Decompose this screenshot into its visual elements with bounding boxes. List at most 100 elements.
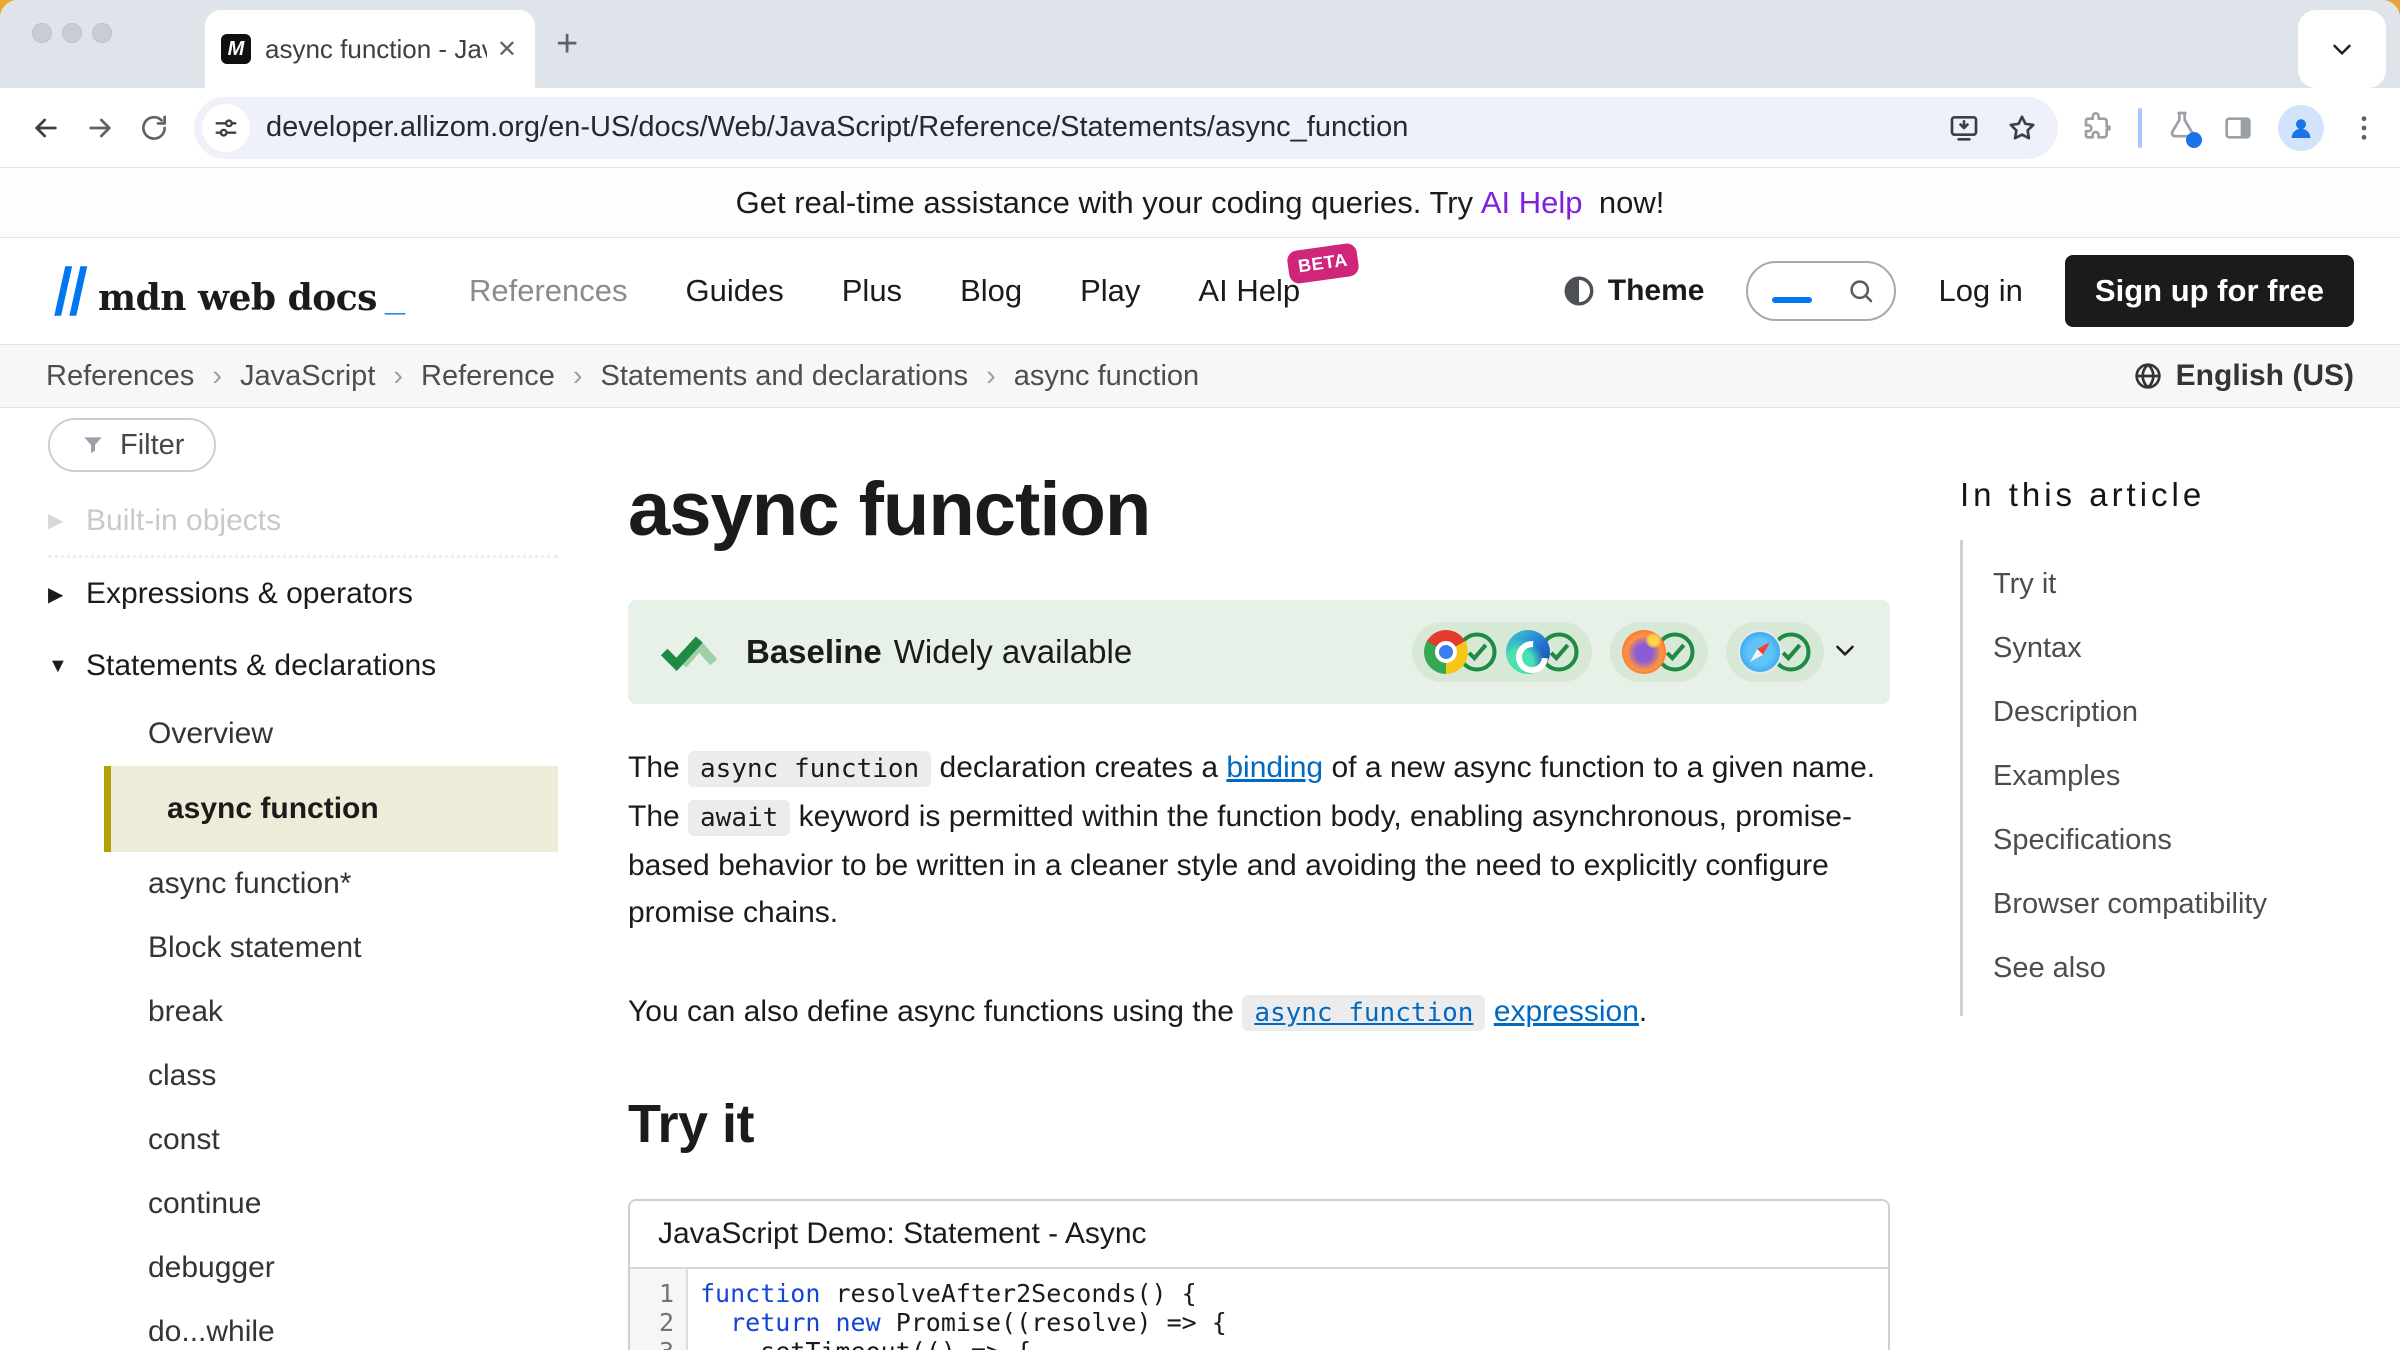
sidebar-item[interactable]: continue: [48, 1172, 558, 1236]
forward-button[interactable]: [78, 106, 122, 150]
browser-support-pill: [1726, 622, 1824, 682]
sidebar-item-label: const: [148, 1123, 220, 1157]
baseline-status: Widely available: [894, 633, 1132, 671]
search-icon: [1846, 276, 1876, 306]
mdn-logo[interactable]: mdn web docs _: [46, 262, 405, 320]
toc-link[interactable]: Try it: [1993, 568, 2056, 601]
site-settings-button[interactable]: [202, 104, 250, 152]
sidebar-item-label: Block statement: [148, 931, 361, 965]
sidebar-item-label: Overview: [148, 717, 273, 751]
line-number: 3: [630, 1337, 686, 1350]
extensions-icon[interactable]: [2082, 112, 2114, 144]
code-text: setTimeout(() => {: [686, 1337, 1031, 1350]
toc-item: Examples: [1993, 744, 2360, 808]
theme-label: Theme: [1608, 274, 1705, 308]
sidebar-item[interactable]: ▶ Expressions & operators: [48, 558, 558, 630]
nav-item[interactable]: Play: [1080, 273, 1140, 309]
toc-item: Description: [1993, 680, 2360, 744]
sidebar-item-label: break: [148, 995, 223, 1029]
sidebar-item[interactable]: debugger: [48, 1236, 558, 1300]
sidebar-item[interactable]: Overview: [48, 702, 558, 766]
nav-item[interactable]: AI Help BETA: [1198, 273, 1300, 309]
sidebar-item[interactable]: async function: [104, 766, 558, 852]
toc-link[interactable]: Syntax: [1993, 632, 2082, 665]
baseline-expand-button[interactable]: [1830, 635, 1860, 670]
beta-badge: BETA: [1286, 242, 1360, 284]
breadcrumb-item[interactable]: JavaScript: [194, 360, 375, 393]
nav-item-label[interactable]: References: [469, 273, 628, 308]
tab-search-button[interactable]: [2298, 10, 2386, 88]
toc-link[interactable]: Browser compatibility: [1993, 888, 2267, 921]
main-nav: References Guides Plus Blog: [469, 273, 1300, 309]
profile-avatar[interactable]: [2278, 105, 2324, 151]
sidebar-item[interactable]: ▶ Built-in objects: [48, 486, 558, 558]
theme-button[interactable]: Theme: [1562, 274, 1705, 308]
tab-close-icon[interactable]: ✕: [497, 35, 517, 64]
nav-item-label[interactable]: Guides: [686, 273, 784, 308]
code-editor[interactable]: 1 function resolveAfter2Seconds() { 2 re…: [630, 1269, 1888, 1350]
url-text[interactable]: developer.allizom.org/en-US/docs/Web/Jav…: [266, 111, 1948, 144]
reload-icon: [138, 112, 170, 144]
nav-item-label[interactable]: Play: [1080, 273, 1140, 308]
baseline-label: Baseline: [746, 633, 882, 671]
baseline-banner[interactable]: Baseline Widely available: [628, 600, 1890, 704]
sidebar-item-label: async function*: [148, 867, 351, 901]
side-panel-icon[interactable]: [2222, 112, 2254, 144]
back-arrow-icon: [30, 112, 62, 144]
nav-item[interactable]: References: [469, 273, 628, 309]
browser-icon: [1738, 630, 1782, 674]
browser-icon: [1506, 630, 1550, 674]
sidebar-item[interactable]: Block statement: [48, 916, 558, 980]
login-link[interactable]: Log in: [1938, 273, 2022, 309]
toc-link[interactable]: See also: [1993, 952, 2106, 985]
traffic-light-minimize[interactable]: [62, 23, 82, 43]
nav-item[interactable]: Guides: [686, 273, 784, 309]
browser-menu-icon[interactable]: [2348, 112, 2380, 144]
nav-item-label[interactable]: Plus: [842, 273, 902, 308]
sidebar-item[interactable]: break: [48, 980, 558, 1044]
page-content: Filter ▶ Built-in objects ▶ Expressions …: [0, 408, 2400, 1350]
breadcrumb-item[interactable]: async function: [968, 360, 1199, 393]
signup-button[interactable]: Sign up for free: [2065, 255, 2354, 327]
sidebar-item[interactable]: const: [48, 1108, 558, 1172]
section-arrow-icon: ▶: [48, 508, 86, 533]
filter-button[interactable]: Filter: [48, 418, 216, 472]
mdn-logo-underscore: _: [385, 280, 405, 320]
nav-item-label[interactable]: AI Help: [1198, 273, 1300, 308]
toc-link[interactable]: Description: [1993, 696, 2138, 729]
sidebar-item[interactable]: async function*: [48, 852, 558, 916]
toc-link[interactable]: Specifications: [1993, 824, 2172, 857]
filter-label: Filter: [120, 429, 184, 462]
browser-support-unit: [1424, 630, 1498, 674]
sidebar-item-label: continue: [148, 1187, 261, 1221]
nav-item[interactable]: Blog: [960, 273, 1022, 309]
reload-button[interactable]: [132, 106, 176, 150]
toc-link[interactable]: Examples: [1993, 760, 2120, 793]
banner-text: Get real-time assistance with your codin…: [736, 185, 1665, 221]
traffic-light-zoom[interactable]: [92, 23, 112, 43]
back-button[interactable]: [24, 106, 68, 150]
theme-icon: [1562, 274, 1596, 308]
sidebar-item[interactable]: do...while: [48, 1300, 558, 1350]
article-paragraph: You can also define async functions usin…: [628, 988, 1890, 1037]
breadcrumb-item[interactable]: References: [46, 360, 194, 393]
address-bar[interactable]: developer.allizom.org/en-US/docs/Web/Jav…: [194, 97, 2058, 159]
install-app-icon[interactable]: [1948, 112, 1980, 144]
browser-support-pill: [1610, 622, 1708, 682]
browser-icon: [1424, 630, 1468, 674]
language-button[interactable]: English (US): [2132, 359, 2354, 393]
sidebar-item[interactable]: class: [48, 1044, 558, 1108]
breadcrumb-item[interactable]: Statements and declarations: [555, 360, 968, 393]
breadcrumb-item[interactable]: Reference: [375, 360, 554, 393]
toc-item: Syntax: [1993, 616, 2360, 680]
bookmark-star-icon[interactable]: [2006, 112, 2038, 144]
code-text: function resolveAfter2Seconds() {: [686, 1279, 1197, 1308]
sidebar-item[interactable]: ▼ Statements & declarations: [48, 630, 558, 702]
traffic-light-close[interactable]: [32, 23, 52, 43]
search-input[interactable]: [1746, 261, 1896, 321]
experiments-button[interactable]: [2166, 109, 2198, 146]
new-tab-button[interactable]: +: [556, 26, 578, 62]
nav-item[interactable]: Plus: [842, 273, 902, 309]
nav-item-label[interactable]: Blog: [960, 273, 1022, 308]
browser-tab[interactable]: M async function - JavaScript | ✕: [205, 10, 535, 88]
